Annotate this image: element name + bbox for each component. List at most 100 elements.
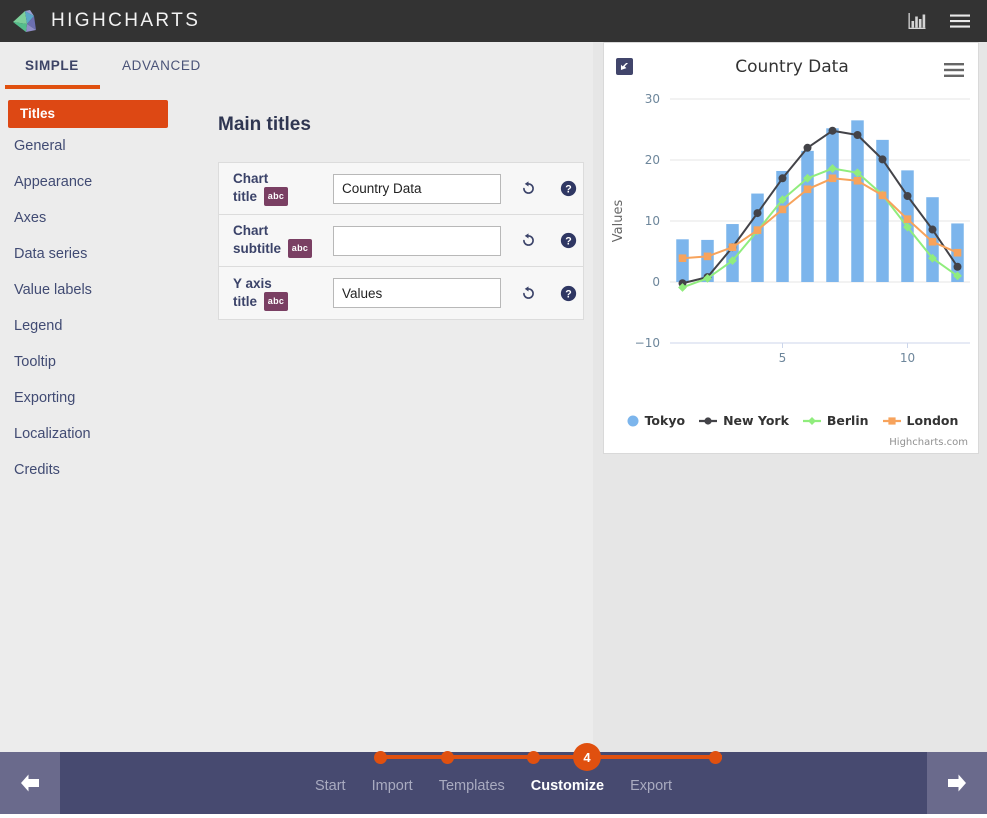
legend-marker-circle-icon <box>627 415 639 426</box>
chart-title: Country Data <box>735 57 849 77</box>
svg-text:10: 10 <box>900 351 915 365</box>
step-dot-import[interactable] <box>441 751 454 764</box>
legend-item-tokyo[interactable]: Tokyo <box>626 413 686 428</box>
legend-marker-line-circle-icon <box>699 416 718 425</box>
sidebar-item-appearance[interactable]: Appearance <box>0 164 190 200</box>
reset-y-axis-title-button[interactable] <box>513 280 543 306</box>
y-axis-title-input[interactable] <box>333 278 501 308</box>
progress-track: 4 <box>374 743 722 771</box>
legend-marker-line-diamond-icon <box>802 416 821 425</box>
tab-bar: SIMPLE ADVANCED <box>0 42 593 90</box>
chart-title-input[interactable] <box>333 173 501 204</box>
legend-label: Berlin <box>826 413 869 428</box>
svg-text:10: 10 <box>645 214 660 228</box>
chart-plot: −10 0 10 20 30 Values 5 10 <box>611 92 970 365</box>
tab-active-underline <box>5 85 100 89</box>
sidebar-item-titles[interactable]: Titles <box>8 100 168 128</box>
header-actions <box>907 10 987 32</box>
svg-text:5: 5 <box>779 351 787 365</box>
svg-text:20: 20 <box>645 153 660 167</box>
wizard-step-import[interactable]: Import <box>372 778 413 794</box>
sidebar: Titles General Appearance Axes Data seri… <box>0 100 190 488</box>
svg-text:Values: Values <box>611 200 626 243</box>
help-chart-subtitle-button[interactable]: ? <box>553 228 583 254</box>
reset-chart-subtitle-button[interactable] <box>513 228 543 254</box>
reset-icon <box>522 233 534 246</box>
wizard-step-start[interactable]: Start <box>315 778 346 794</box>
reset-icon <box>522 181 534 194</box>
svg-text:0: 0 <box>652 275 660 289</box>
label-y-axis-title-line1: Y axis <box>233 275 272 291</box>
step-dot-export[interactable] <box>709 751 722 764</box>
label-chart-subtitle-line2: subtitle <box>233 241 282 256</box>
sidebar-item-axes[interactable]: Axes <box>0 200 190 236</box>
titles-form: Main titles Chart title abc Country Data… <box>218 114 584 320</box>
titles-card: Chart title abc ? <box>218 162 584 320</box>
help-chart-title-button[interactable]: ? <box>553 176 583 202</box>
wizard-step-export[interactable]: Export <box>630 778 672 794</box>
editor-pane: SIMPLE ADVANCED Titles General Appearanc… <box>0 42 593 758</box>
svg-text:30: 30 <box>645 92 660 106</box>
legend-item-london[interactable]: London <box>882 413 959 428</box>
sidebar-item-data-series[interactable]: Data series <box>0 236 190 272</box>
page-title: Main titles <box>218 114 311 135</box>
type-badge-text: abc <box>263 291 289 311</box>
preview-pane: Country Data −10 0 10 20 30 Values 5 10 Tokyo <box>593 42 987 758</box>
field-row-y-axis-title: Y axis title abc ? <box>219 267 583 319</box>
label-chart-subtitle: Chart subtitle abc <box>233 223 333 258</box>
step-dot-customize[interactable]: 4 <box>573 743 601 771</box>
svg-text:−10: −10 <box>635 336 660 350</box>
sidebar-item-general[interactable]: General <box>0 128 190 164</box>
chart-subtitle-input[interactable] <box>333 225 501 256</box>
sidebar-item-credits[interactable]: Credits <box>0 452 190 488</box>
app-header: HIGHCHARTS <box>0 0 987 42</box>
label-chart-subtitle-line1: Chart <box>233 223 269 238</box>
label-chart-title: Chart title abc <box>233 171 333 206</box>
tab-advanced[interactable]: ADVANCED <box>122 58 201 73</box>
legend-label: London <box>906 413 959 428</box>
svg-text:?: ? <box>565 183 571 195</box>
sidebar-item-localization[interactable]: Localization <box>0 416 190 452</box>
step-dot-start[interactable] <box>374 751 387 764</box>
field-row-chart-title: Chart title abc ? <box>219 163 583 215</box>
chart-context-menu-icon[interactable] <box>944 62 964 78</box>
svg-text:?: ? <box>565 288 571 300</box>
legend-item-new-york[interactable]: New York <box>698 413 789 428</box>
help-icon: ? <box>560 180 576 197</box>
sidebar-item-tooltip[interactable]: Tooltip <box>0 344 190 380</box>
brand-name: HIGHCHARTS <box>51 10 201 31</box>
field-row-chart-subtitle: Chart subtitle abc ? <box>219 215 583 267</box>
type-badge-text: abc <box>263 187 289 206</box>
type-badge-text: abc <box>287 239 313 258</box>
brand[interactable]: HIGHCHARTS <box>0 8 200 34</box>
legend-label: Tokyo <box>644 413 686 428</box>
highcharts-logo-icon <box>13 10 36 32</box>
help-icon: ? <box>560 232 576 249</box>
help-icon: ? <box>560 285 576 301</box>
footer-strip <box>0 814 987 818</box>
svg-text:?: ? <box>565 235 571 247</box>
hamburger-menu-icon[interactable] <box>949 10 971 32</box>
help-y-axis-title-button[interactable]: ? <box>553 280 583 306</box>
bar-chart-icon[interactable] <box>907 10 929 32</box>
chart-preview-card: Country Data −10 0 10 20 30 Values 5 10 Tokyo <box>603 42 979 454</box>
label-y-axis-title-line2: title <box>233 293 258 309</box>
tab-simple[interactable]: SIMPLE <box>25 58 79 73</box>
chart-credits[interactable]: Highcharts.com <box>889 437 968 448</box>
reset-chart-title-button[interactable] <box>513 176 543 202</box>
wizard-step-labels: Start Import Templates Customize Export <box>0 778 987 794</box>
sidebar-item-legend[interactable]: Legend <box>0 308 190 344</box>
step-dot-templates[interactable] <box>527 751 540 764</box>
sidebar-item-value-labels[interactable]: Value labels <box>0 272 190 308</box>
legend-label: New York <box>723 413 789 428</box>
wizard-bar: 4 Start Import Templates Customize Expor… <box>0 743 987 814</box>
label-chart-title-line2: title <box>233 189 258 204</box>
label-y-axis-title: Y axis title abc <box>233 276 333 311</box>
legend-item-berlin[interactable]: Berlin <box>802 413 869 428</box>
wizard-step-customize[interactable]: Customize <box>531 778 604 794</box>
label-chart-title-line1: Chart <box>233 171 269 186</box>
wizard-step-templates[interactable]: Templates <box>439 778 505 794</box>
sidebar-item-exporting[interactable]: Exporting <box>0 380 190 416</box>
reset-icon <box>522 285 534 299</box>
chart-legend: Tokyo New York Berlin London <box>604 413 980 428</box>
